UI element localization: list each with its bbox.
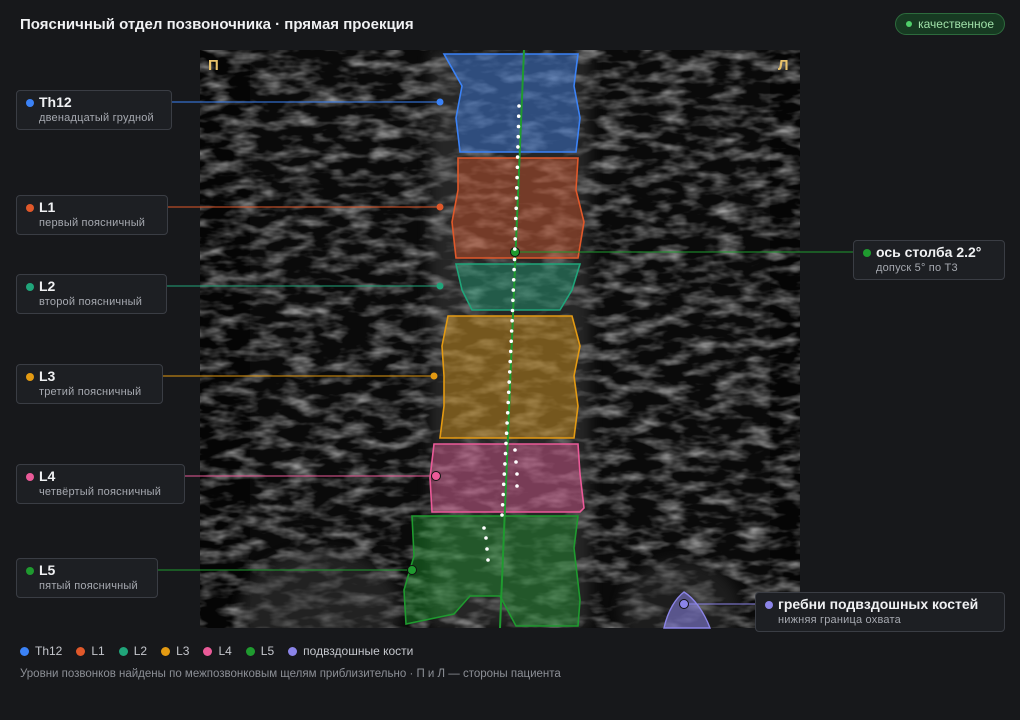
page-title: Поясничный отдел позвоночника · прямая п… xyxy=(20,16,414,33)
legend-item-l3[interactable]: L3 xyxy=(161,644,189,658)
l4-dot-icon xyxy=(26,473,34,481)
label-l5-title: L5 xyxy=(39,562,56,578)
label-th12[interactable]: Th12 двенадцатый грудной xyxy=(16,90,172,130)
l2-dot-icon xyxy=(26,283,34,291)
axis-dot-icon xyxy=(863,249,871,257)
legend-l3-dot-icon xyxy=(161,646,171,656)
label-axis-subtitle: допуск 5° по Т3 xyxy=(876,262,958,274)
label-l2-subtitle: второй поясничный xyxy=(39,296,143,308)
legend-item-l4[interactable]: L4 xyxy=(203,644,232,658)
label-iliac-crests[interactable]: гребни подвздошных костей нижняя граница… xyxy=(755,592,1005,632)
label-l3-subtitle: третий поясничный xyxy=(39,386,142,398)
quality-badge: качественное xyxy=(895,13,1005,35)
legend-l5-dot-icon xyxy=(245,646,255,656)
label-l3-title: L3 xyxy=(39,368,56,384)
legend-item-l2[interactable]: L2 xyxy=(118,644,147,658)
legend: Th12 L1 L2 L3 L4 L5 подвздошные кости xyxy=(20,644,413,658)
legend-item-l5[interactable]: L5 xyxy=(245,644,274,658)
patient-left-marker: Л xyxy=(778,57,789,74)
legend-l2-dot-icon xyxy=(118,646,128,656)
label-l1[interactable]: L1 первый поясничный xyxy=(16,195,168,235)
label-l2-title: L2 xyxy=(39,278,56,294)
label-axis-title: ось столба 2.2° xyxy=(876,244,982,260)
iliac-dot-icon xyxy=(765,601,773,609)
label-l1-title: L1 xyxy=(39,199,56,215)
label-l2[interactable]: L2 второй поясничный xyxy=(16,274,167,314)
label-th12-title: Th12 xyxy=(39,94,72,110)
legend-th12-dot-icon xyxy=(20,646,29,656)
xray-scan[interactable] xyxy=(200,50,800,628)
quality-badge-label: качественное xyxy=(918,17,994,31)
status-dot-icon xyxy=(906,21,913,27)
legend-item-iliac[interactable]: подвздошные кости xyxy=(288,644,413,658)
label-th12-subtitle: двенадцатый грудной xyxy=(39,112,154,124)
l5-dot-icon xyxy=(26,567,34,575)
label-l4-subtitle: четвёртый поясничный xyxy=(39,486,162,498)
label-l4-title: L4 xyxy=(39,468,56,484)
label-l1-subtitle: первый поясничный xyxy=(39,217,146,229)
l3-dot-icon xyxy=(26,373,34,381)
legend-iliac-dot-icon xyxy=(288,646,298,656)
th12-dot-icon xyxy=(26,99,34,107)
legend-item-th12[interactable]: Th12 xyxy=(20,644,62,658)
legend-item-l1[interactable]: L1 xyxy=(76,644,105,658)
label-l5-subtitle: пятый поясничный xyxy=(39,580,138,592)
label-iliac-title: гребни подвздошных костей xyxy=(778,596,979,612)
label-l4[interactable]: L4 четвёртый поясничный xyxy=(16,464,185,504)
footnote: Уровни позвонков найдены по межпозвонков… xyxy=(20,668,561,680)
label-l3[interactable]: L3 третий поясничный xyxy=(16,364,163,404)
legend-l1-dot-icon xyxy=(76,646,86,656)
legend-l4-dot-icon xyxy=(203,646,213,656)
label-spine-axis[interactable]: ось столба 2.2° допуск 5° по Т3 xyxy=(853,240,1005,280)
l1-dot-icon xyxy=(26,204,34,212)
label-l5[interactable]: L5 пятый поясничный xyxy=(16,558,158,598)
patient-right-marker: П xyxy=(208,57,219,74)
label-iliac-subtitle: нижняя граница охвата xyxy=(778,614,901,626)
